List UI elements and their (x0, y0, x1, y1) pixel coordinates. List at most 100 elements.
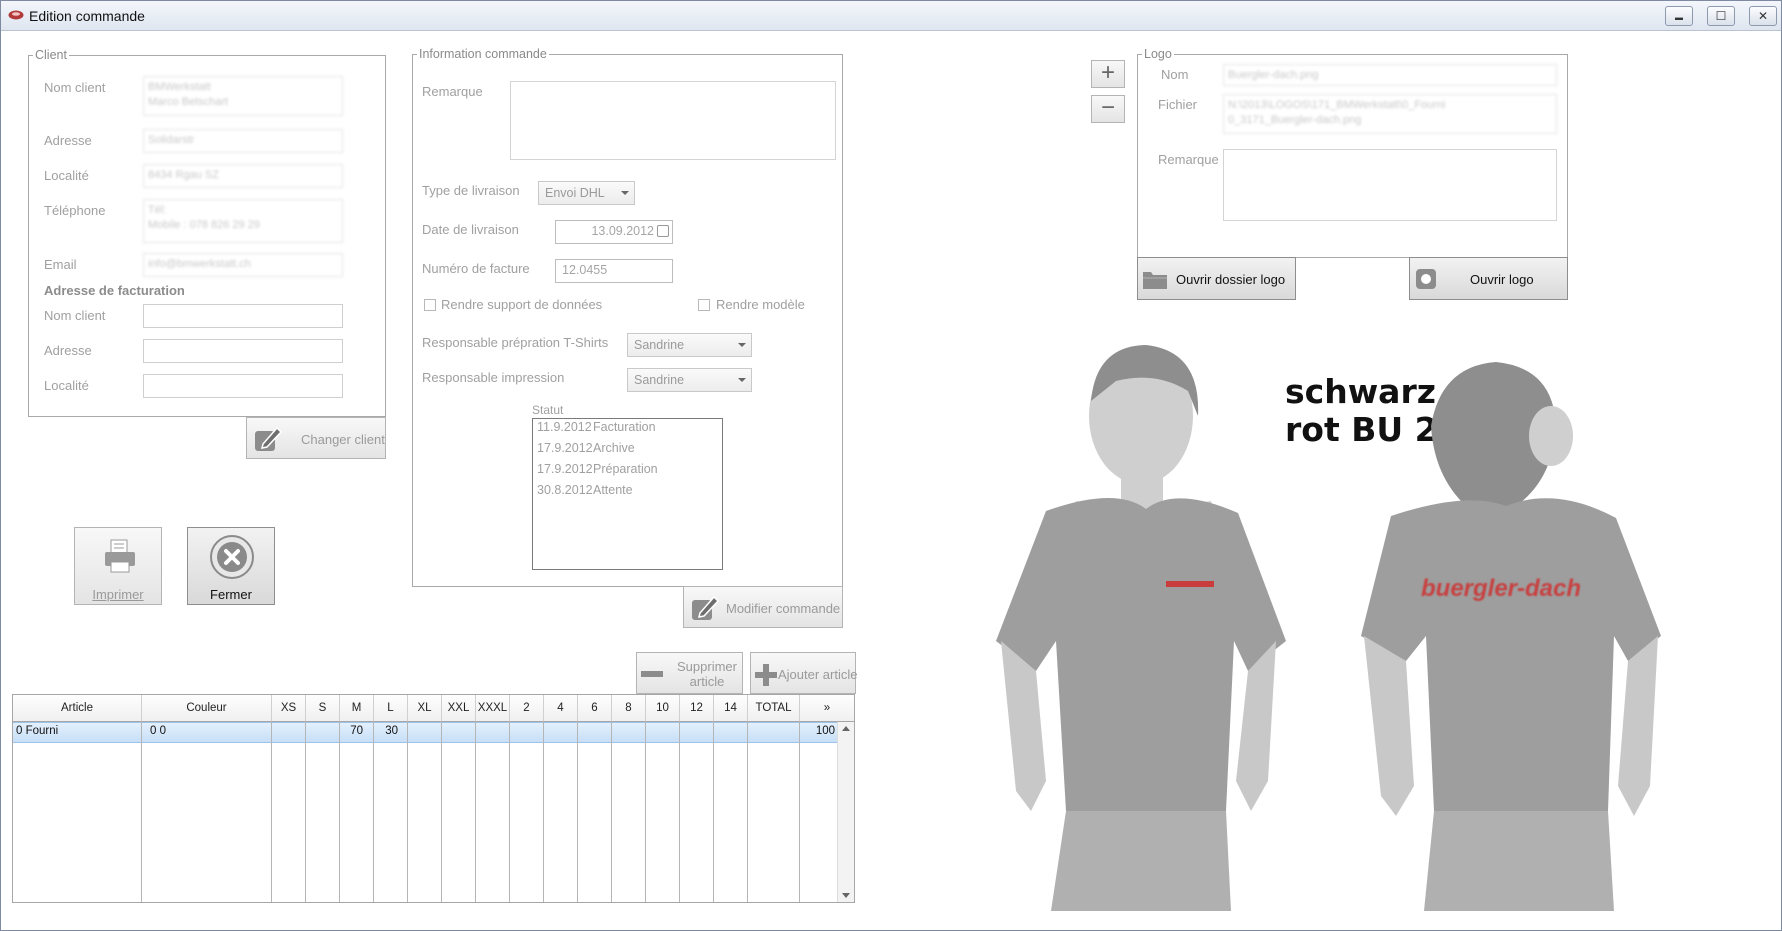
column-header-4[interactable]: 4 (544, 695, 578, 722)
data-support-checkbox[interactable] (424, 299, 436, 311)
status-list-item[interactable]: 30.8.2012 Attente (533, 482, 722, 503)
remark-label: Remarque (422, 84, 483, 99)
client-phone-field[interactable]: Tél: Mobile : 078 826 29 29 (143, 199, 343, 243)
tshirt-back-image: buergler-dach (1361, 362, 1661, 911)
logo-file-line1: N:\2013\LOGOS\171_BMWerkstatt\0_Fourni (1228, 99, 1446, 111)
status-date: 11.9.2012 (537, 420, 592, 434)
column-header-xl[interactable]: XL (408, 695, 442, 722)
client-email-field[interactable]: info@bmwerkstatt.ch (143, 253, 343, 277)
changer-client-button[interactable]: Changer client (246, 417, 386, 459)
delivery-type-select[interactable]: Envoi DHL (538, 181, 635, 205)
minimize-button[interactable]: ▬ (1665, 6, 1693, 26)
column-divider (611, 722, 612, 902)
delete-article-label: Supprimer article (672, 659, 742, 689)
close-form-label: Fermer (210, 587, 252, 602)
status-list-item[interactable]: 17.9.2012 Préparation (533, 461, 722, 482)
billing-name-label: Nom client (44, 308, 106, 323)
close-form-button[interactable]: Fermer (187, 527, 275, 605)
grid-vertical-scrollbar[interactable] (837, 722, 854, 902)
print-responsible-select[interactable]: Sandrine (627, 368, 752, 392)
billing-address-input[interactable] (143, 339, 343, 363)
articles-grid[interactable]: Article Couleur XS S M L XL XXL XXXL 2 4 6 8 10 12 14 TO… (12, 694, 855, 903)
open-logo-button[interactable]: Ouvrir logo (1409, 257, 1568, 300)
client-email-label: Email (44, 257, 77, 272)
maximize-button[interactable]: ☐ (1707, 6, 1735, 26)
billing-locality-label: Localité (44, 378, 89, 393)
title-bar[interactable]: Edition commande ▬ ☐ ✕ (1, 1, 1781, 31)
print-label: Imprimer (92, 587, 144, 602)
close-button[interactable]: ✕ (1749, 6, 1777, 26)
status-state: Archive (593, 441, 635, 455)
table-row[interactable]: 0 Fourni 0 0 70 30 100 (13, 722, 838, 743)
status-state: Attente (593, 483, 633, 497)
file-icon (1416, 269, 1436, 289)
model-checkbox[interactable] (698, 299, 710, 311)
remove-logo-button[interactable]: − (1091, 95, 1125, 123)
logo-name-value: Buergler-dach.png (1228, 69, 1319, 81)
logo-remark-input[interactable] (1223, 149, 1557, 221)
status-list[interactable]: 11.9.2012 Facturation 17.9.2012 Archive 17.9… (532, 418, 723, 570)
prep-responsible-select[interactable]: Sandrine (627, 333, 752, 357)
couleur-cell: 0 0 (150, 725, 166, 737)
billing-name-input[interactable] (143, 304, 343, 328)
column-header-s[interactable]: S (306, 695, 340, 722)
column-divider (747, 722, 748, 902)
status-date: 30.8.2012 (537, 483, 593, 497)
print-responsible-value: Sandrine (634, 373, 685, 387)
logo-panel: Logo Nom Buergler-dach.png Fichier N:\20… (1137, 47, 1568, 258)
column-divider (373, 722, 374, 902)
invoice-number-input[interactable]: 12.0455 (555, 259, 673, 283)
logo-name-field[interactable]: Buergler-dach.png (1223, 64, 1557, 86)
chevron-down-icon (621, 191, 629, 195)
column-header-xxl[interactable]: XXL (442, 695, 476, 722)
app-icon (8, 10, 24, 20)
column-header-6[interactable]: 6 (578, 695, 612, 722)
plus-icon (755, 664, 777, 686)
client-address-field[interactable]: Solidarstr (143, 129, 343, 153)
delete-article-button[interactable]: Supprimer article (636, 652, 743, 694)
column-header-xs[interactable]: XS (272, 695, 306, 722)
calendar-icon[interactable] (657, 225, 669, 237)
client-locality-field[interactable]: 8434 Rgau SZ (143, 164, 343, 188)
column-header-10[interactable]: 10 (646, 695, 680, 722)
column-divider (645, 722, 646, 902)
status-label: Statut (532, 403, 564, 417)
column-header-xxxl[interactable]: XXXL (476, 695, 510, 722)
column-header-couleur[interactable]: Couleur (142, 695, 272, 722)
client-name-field[interactable]: BMWerkstatt Marco Betschart (143, 76, 343, 116)
billing-locality-input[interactable] (143, 374, 343, 398)
column-header-14[interactable]: 14 (714, 695, 748, 722)
delivery-date-picker[interactable]: 13.09.2012 (555, 220, 673, 244)
remark-input[interactable] (510, 81, 836, 160)
column-divider (799, 722, 800, 902)
column-header-2[interactable]: 2 (510, 695, 544, 722)
more-columns-button[interactable]: » (800, 695, 854, 722)
scroll-up-icon[interactable] (842, 726, 850, 731)
column-header-m[interactable]: M (340, 695, 374, 722)
column-header-8[interactable]: 8 (612, 695, 646, 722)
modifier-commande-button[interactable]: Modifier commande (683, 586, 843, 628)
logo-remark-label: Remarque (1158, 152, 1219, 167)
changer-client-label: Changer client (301, 432, 385, 447)
client-name-line2: Marco Betschart (148, 96, 229, 108)
data-support-label: Rendre support de données (441, 297, 603, 312)
delete-article-label-line2: article (689, 674, 725, 689)
billing-address-heading: Adresse de facturation (44, 283, 185, 298)
status-list-item[interactable]: 11.9.2012 Facturation (533, 419, 722, 440)
logo-file-field[interactable]: N:\2013\LOGOS\171_BMWerkstatt\0_Fourni 0… (1223, 94, 1557, 134)
add-article-button[interactable]: Ajouter article (750, 652, 857, 694)
scroll-down-icon[interactable] (842, 893, 850, 898)
column-header-12[interactable]: 12 (680, 695, 714, 722)
column-header-article[interactable]: Article (13, 695, 142, 722)
status-list-item[interactable]: 17.9.2012 Archive (533, 440, 722, 461)
edit-icon (692, 595, 720, 620)
status-state: Facturation (593, 420, 656, 434)
print-button[interactable]: Imprimer (74, 527, 162, 605)
open-logo-folder-button[interactable]: Ouvrir dossier logo (1137, 257, 1296, 300)
logo-legend: Logo (1142, 47, 1174, 61)
front-logo (1166, 581, 1214, 587)
column-header-total[interactable]: TOTAL (748, 695, 800, 722)
client-panel: Client Nom client BMWerkstatt Marco Bets… (28, 48, 386, 417)
add-logo-button[interactable]: + (1091, 60, 1125, 88)
column-header-l[interactable]: L (374, 695, 408, 722)
